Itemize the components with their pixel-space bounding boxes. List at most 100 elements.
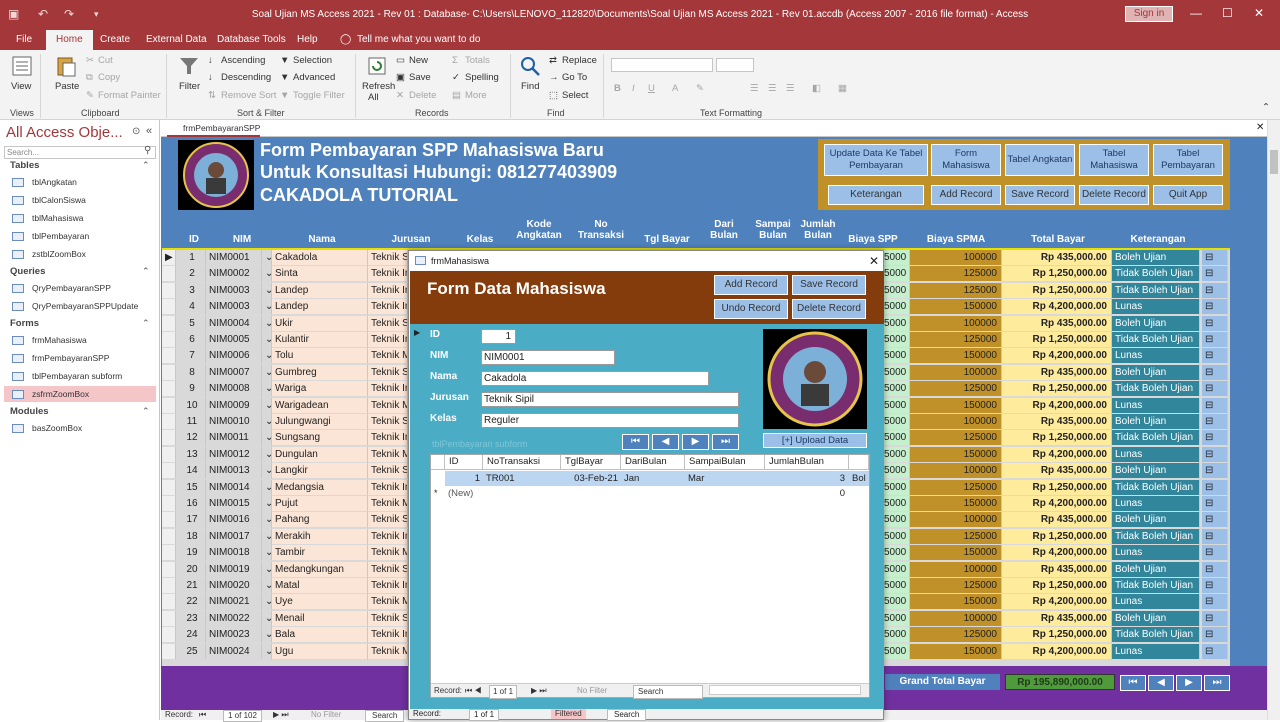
subform-first-button[interactable]: ⏮ [622,434,649,450]
row-selector[interactable] [162,299,176,316]
select-button[interactable]: Select [562,90,588,101]
save-button[interactable]: Save [409,72,431,83]
row-selector[interactable] [162,594,176,611]
sub-no-filter[interactable]: No Filter [577,685,607,697]
zoom-icon[interactable]: ⊟ [1202,332,1228,348]
tab-help[interactable]: Help [297,32,318,47]
nav-section-tables[interactable]: Tables [10,160,39,171]
italic-icon[interactable]: I [632,83,635,94]
remove-sort-button[interactable]: Remove Sort [221,90,276,101]
row-selector[interactable] [162,397,176,414]
nav-item[interactable]: tblCalonSiswa [12,192,156,208]
underline-icon[interactable]: U [648,83,655,94]
kelas-field[interactable]: Reguler [481,413,739,428]
last-record-button[interactable]: ⏭ [1204,675,1230,691]
nim-dropdown-icon[interactable]: ⌄ [262,430,272,447]
align-left-icon[interactable]: ☰ [750,83,759,94]
zoom-icon[interactable]: ⊟ [1202,430,1228,447]
nim-dropdown-icon[interactable]: ⌄ [262,446,272,463]
nav-item[interactable]: frmPembayaranSPP [12,350,156,366]
row-selector[interactable] [162,512,176,529]
tab-external-data[interactable]: External Data [146,32,207,47]
paste-button[interactable]: Paste [55,81,79,92]
highlight-icon[interactable]: ✎ [696,83,704,94]
zoom-icon[interactable]: ⊟ [1202,627,1228,644]
sub-first-record-icon[interactable]: ⏮ ◀ [465,685,482,697]
nav-item[interactable]: QryPembayaranSPP [12,280,156,296]
zoom-icon[interactable]: ⊟ [1202,364,1228,381]
tabel-mahasiswa-button[interactable]: Tabel Mahasiswa [1079,144,1149,176]
zoom-icon[interactable]: ⊟ [1202,463,1228,480]
tab-database-tools[interactable]: Database Tools [217,32,286,47]
zoom-icon[interactable]: ⊟ [1202,479,1228,496]
sub-next-record-icon[interactable]: ▶ ⏭ [531,685,547,697]
bold-icon[interactable]: B [614,83,621,94]
row-selector[interactable] [162,348,176,365]
nav-item[interactable]: tblPembayaran subform [12,368,156,384]
sub-col-daribulan[interactable]: DariBulan [621,455,685,470]
nav-item[interactable]: zstblZoomBox [12,246,156,262]
zoom-icon[interactable]: ⊟ [1202,299,1228,316]
nim-dropdown-icon[interactable]: ⌄ [262,266,272,283]
spelling-button[interactable]: Spelling [465,72,499,83]
find-button[interactable]: Find [521,81,539,92]
subform-next-button[interactable]: ▶ [682,434,709,450]
zoom-icon[interactable]: ⊟ [1202,496,1228,512]
zoom-icon[interactable]: ⊟ [1202,381,1228,398]
row-selector[interactable] [162,315,176,332]
paste-icon[interactable] [55,55,77,77]
nim-dropdown-icon[interactable]: ⌄ [262,397,272,414]
sub-col-notransaksi[interactable]: NoTransaksi [483,455,561,470]
tabel-angkatan-button[interactable]: Tabel Angkatan [1005,144,1075,176]
row-selector[interactable] [162,414,176,430]
zoom-icon[interactable]: ⊟ [1202,578,1228,594]
no-filter-indicator[interactable]: No Filter [311,710,341,720]
row-selector[interactable]: ▶ [162,250,176,266]
nav-section-forms[interactable]: Forms [10,318,39,329]
minimize-icon[interactable]: — [1190,6,1202,20]
nav-item[interactable]: basZoomBox [12,420,156,436]
row-selector[interactable] [162,364,176,381]
sub-col-id[interactable]: ID [445,455,483,470]
zoom-icon[interactable]: ⊟ [1202,610,1228,627]
selection-button[interactable]: Selection [293,55,332,66]
nav-item[interactable]: QryPembayaranSPPUpdate [12,298,156,314]
nim-dropdown-icon[interactable]: ⌄ [262,282,272,299]
font-color-icon[interactable]: A [672,83,678,94]
section-collapse-icon[interactable]: ⌃ [142,266,150,277]
nav-section-queries[interactable]: Queries [10,266,45,277]
subform-previous-button[interactable]: ◀ [652,434,679,450]
close-document-icon[interactable]: ✕ [1256,122,1264,133]
vertical-scrollbar[interactable] [1267,120,1280,720]
descending-button[interactable]: Descending [221,72,271,83]
zoom-icon[interactable]: ⊟ [1202,414,1228,430]
sub-col-tglbayar[interactable]: TglBayar [561,455,621,470]
sub-record-position[interactable]: 1 of 1 [489,685,518,699]
replace-button[interactable]: Replace [562,55,597,66]
nim-dropdown-icon[interactable]: ⌄ [262,545,272,562]
sign-in-button[interactable]: Sign in [1125,6,1173,22]
row-selector[interactable] [162,528,176,545]
popup-record-position[interactable]: 1 of 1 [469,709,500,721]
nav-item[interactable]: tblMahasiswa [12,210,156,226]
nav-search-input[interactable]: Search... [4,146,156,159]
zoom-icon[interactable]: ⊟ [1202,282,1228,299]
row-selector[interactable] [162,266,176,283]
zoom-icon[interactable]: ⊟ [1202,446,1228,463]
customize-qat-icon[interactable]: ▾ [94,9,99,20]
row-selector[interactable] [162,627,176,644]
nim-dropdown-icon[interactable]: ⌄ [262,414,272,430]
nim-dropdown-icon[interactable]: ⌄ [262,315,272,332]
row-selector[interactable] [162,610,176,627]
scrollbar-thumb[interactable] [1270,150,1278,174]
nim-dropdown-icon[interactable]: ⌄ [262,381,272,398]
nim-dropdown-icon[interactable]: ⌄ [262,348,272,365]
form-mahasiswa-button[interactable]: Form Mahasiswa [931,144,1001,176]
nim-dropdown-icon[interactable]: ⌄ [262,512,272,529]
previous-record-button[interactable]: ◀ [1148,675,1174,691]
first-record-icon[interactable]: ⏮ [199,710,206,720]
nim-dropdown-icon[interactable]: ⌄ [262,250,272,266]
zoom-icon[interactable]: ⊟ [1202,545,1228,562]
close-icon[interactable]: ✕ [1254,6,1264,20]
nim-dropdown-icon[interactable]: ⌄ [262,463,272,480]
